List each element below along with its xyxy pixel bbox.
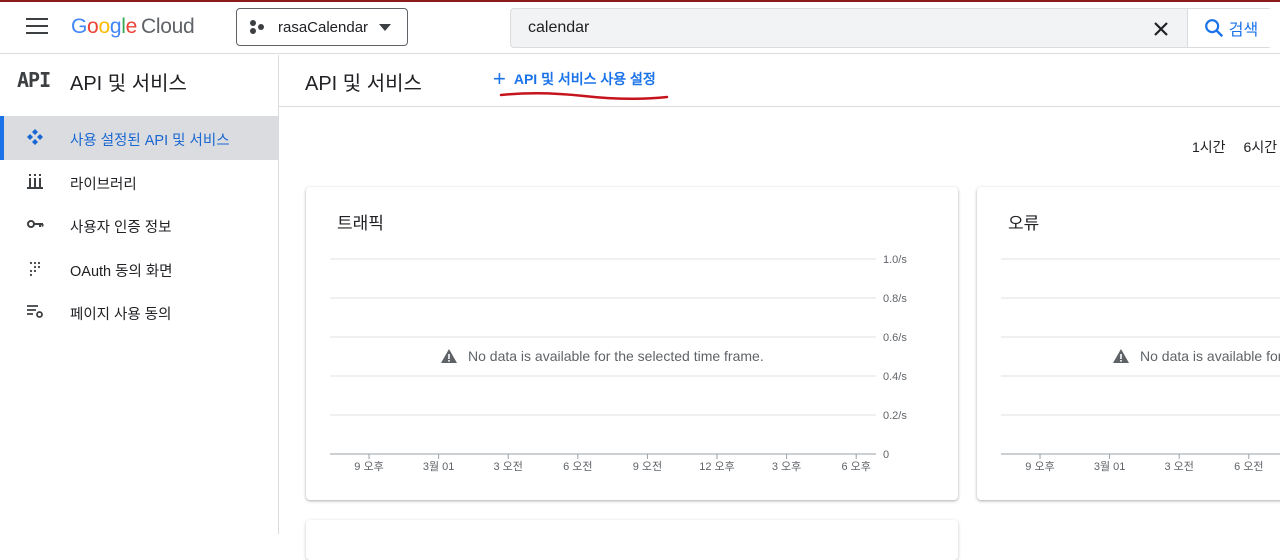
search-button[interactable]: 검색 — [1187, 9, 1273, 47]
x-tick-label: 12 오후 — [699, 460, 735, 473]
x-tick-label: 6 오전 — [563, 460, 592, 473]
traffic-card-title: 트래픽 — [337, 214, 384, 233]
x-tick-label: 9 오후 — [354, 460, 383, 473]
sidebar-title: API 및 서비스 — [70, 73, 187, 95]
project-name: rasaCalendar — [278, 18, 369, 36]
x-tick-label: 3 오전 — [1164, 460, 1193, 473]
y-tick-label: 0 — [883, 449, 889, 461]
top-header: GoogleCloud rasaCalendar 검색 — [0, 2, 1280, 54]
warning-icon — [1113, 349, 1129, 363]
x-tick-label: 3 오후 — [772, 460, 801, 473]
next-card — [306, 520, 958, 560]
search-icon — [1204, 19, 1223, 38]
search-input[interactable] — [511, 9, 1151, 47]
no-data-message: No data is available for the selected ti… — [468, 348, 764, 364]
search-bar: 검색 — [510, 8, 1273, 48]
time-range-1h[interactable]: 1시간 — [1192, 137, 1226, 157]
y-tick-label: 0.4/s — [883, 371, 907, 383]
y-tick-label: 1.0/s — [883, 254, 907, 266]
time-range-selector: 1시간 6시간 — [1192, 137, 1277, 157]
sidebar-item-page-consent[interactable]: 페이지 사용 동의 — [0, 290, 278, 334]
sidebar-item-label: 사용 설정된 API 및 서비스 — [70, 133, 230, 149]
errors-card-title: 오류 — [1008, 214, 1040, 233]
main-header: API 및 서비스 + API 및 서비스 사용 설정 — [279, 55, 1280, 107]
x-tick-label: 3월 01 — [423, 460, 455, 473]
google-cloud-logo[interactable]: Google Cloud — [71, 15, 195, 39]
library-icon — [27, 173, 43, 189]
sidebar-item-label: 라이브러리 — [70, 176, 137, 193]
settings-list-icon — [27, 305, 43, 318]
time-range-6h[interactable]: 6시간 — [1244, 137, 1278, 157]
sidebar-item-credentials[interactable]: 사용자 인증 정보 — [0, 203, 278, 247]
x-tick-label: 6 오전 — [1234, 460, 1263, 473]
sidebar-item-library[interactable]: 라이브러리 — [0, 160, 278, 204]
x-tick-label: 9 오후 — [1025, 460, 1054, 473]
sidebar-item-label: 페이지 사용 동의 — [70, 307, 172, 323]
project-selector[interactable]: rasaCalendar — [236, 8, 408, 46]
enable-apis-button[interactable]: + API 및 서비스 사용 설정 — [493, 66, 656, 91]
x-tick-label: 3 오전 — [493, 460, 522, 473]
main-content: API 및 서비스 + API 및 서비스 사용 설정 1시간 6시간 1.0/… — [279, 55, 1280, 560]
diamond-dots-icon — [27, 129, 43, 145]
traffic-card: 1.0/s 0.8/s 0.6/s 0.4/s 0.2/s 0 9 오후 3월 01 3 오전 6… — [306, 187, 958, 500]
warning-dot — [448, 360, 450, 362]
red-underline-annotation — [499, 91, 669, 101]
api-logo-icon: API — [17, 68, 51, 92]
x-tick-label: 9 오전 — [633, 460, 662, 473]
search-button-label: 검색 — [1228, 22, 1259, 39]
sidebar-item-label: OAuth 동의 화면 — [70, 263, 173, 280]
chevron-down-icon — [379, 24, 391, 31]
x-tick-label: 6 오후 — [841, 460, 870, 473]
x-tick-label: 3월 01 — [1094, 460, 1126, 473]
y-tick-label: 0.6/s — [883, 332, 907, 344]
warning-icon — [441, 349, 457, 363]
y-tick-label: 0.8/s — [883, 293, 907, 305]
y-tick-label: 0.2/s — [883, 410, 907, 422]
traffic-chart: 1.0/s 0.8/s 0.6/s 0.4/s 0.2/s 0 9 오후 3월 01 3 오전 6… — [330, 254, 907, 473]
project-dots-icon — [250, 20, 266, 34]
sidebar-item-enabled-apis[interactable]: 사용 설정된 API 및 서비스 — [0, 116, 278, 160]
sidebar-nav: 사용 설정된 API 및 서비스 라이브러리 사용자 인증 정보 OAuth 동… — [0, 116, 278, 334]
sidebar-item-oauth[interactable]: OAuth 동의 화면 — [0, 247, 278, 291]
plus-icon: + — [493, 66, 506, 91]
errors-card: 9 오후 3월 01 3 오전 6 오전 No data is available fo… — [977, 187, 1280, 500]
sidebar-header: API API 및 서비스 — [0, 55, 278, 107]
close-icon[interactable] — [1149, 17, 1173, 41]
no-data-message: No data is available for the selected ti… — [1140, 348, 1280, 364]
page-title: API 및 서비스 — [305, 73, 422, 95]
warning-bar — [448, 354, 450, 359]
key-icon — [27, 220, 44, 228]
dots-grid-icon — [29, 261, 41, 276]
sidebar: API API 및 서비스 사용 설정된 API 및 서비스 라이브러리 사용자… — [0, 55, 279, 534]
sidebar-item-label: 사용자 인증 정보 — [70, 220, 172, 236]
warning-dot — [1120, 360, 1122, 362]
enable-apis-label: API 및 서비스 사용 설정 — [513, 71, 656, 87]
warning-bar — [1120, 354, 1122, 359]
hamburger-menu-icon[interactable] — [26, 18, 48, 36]
